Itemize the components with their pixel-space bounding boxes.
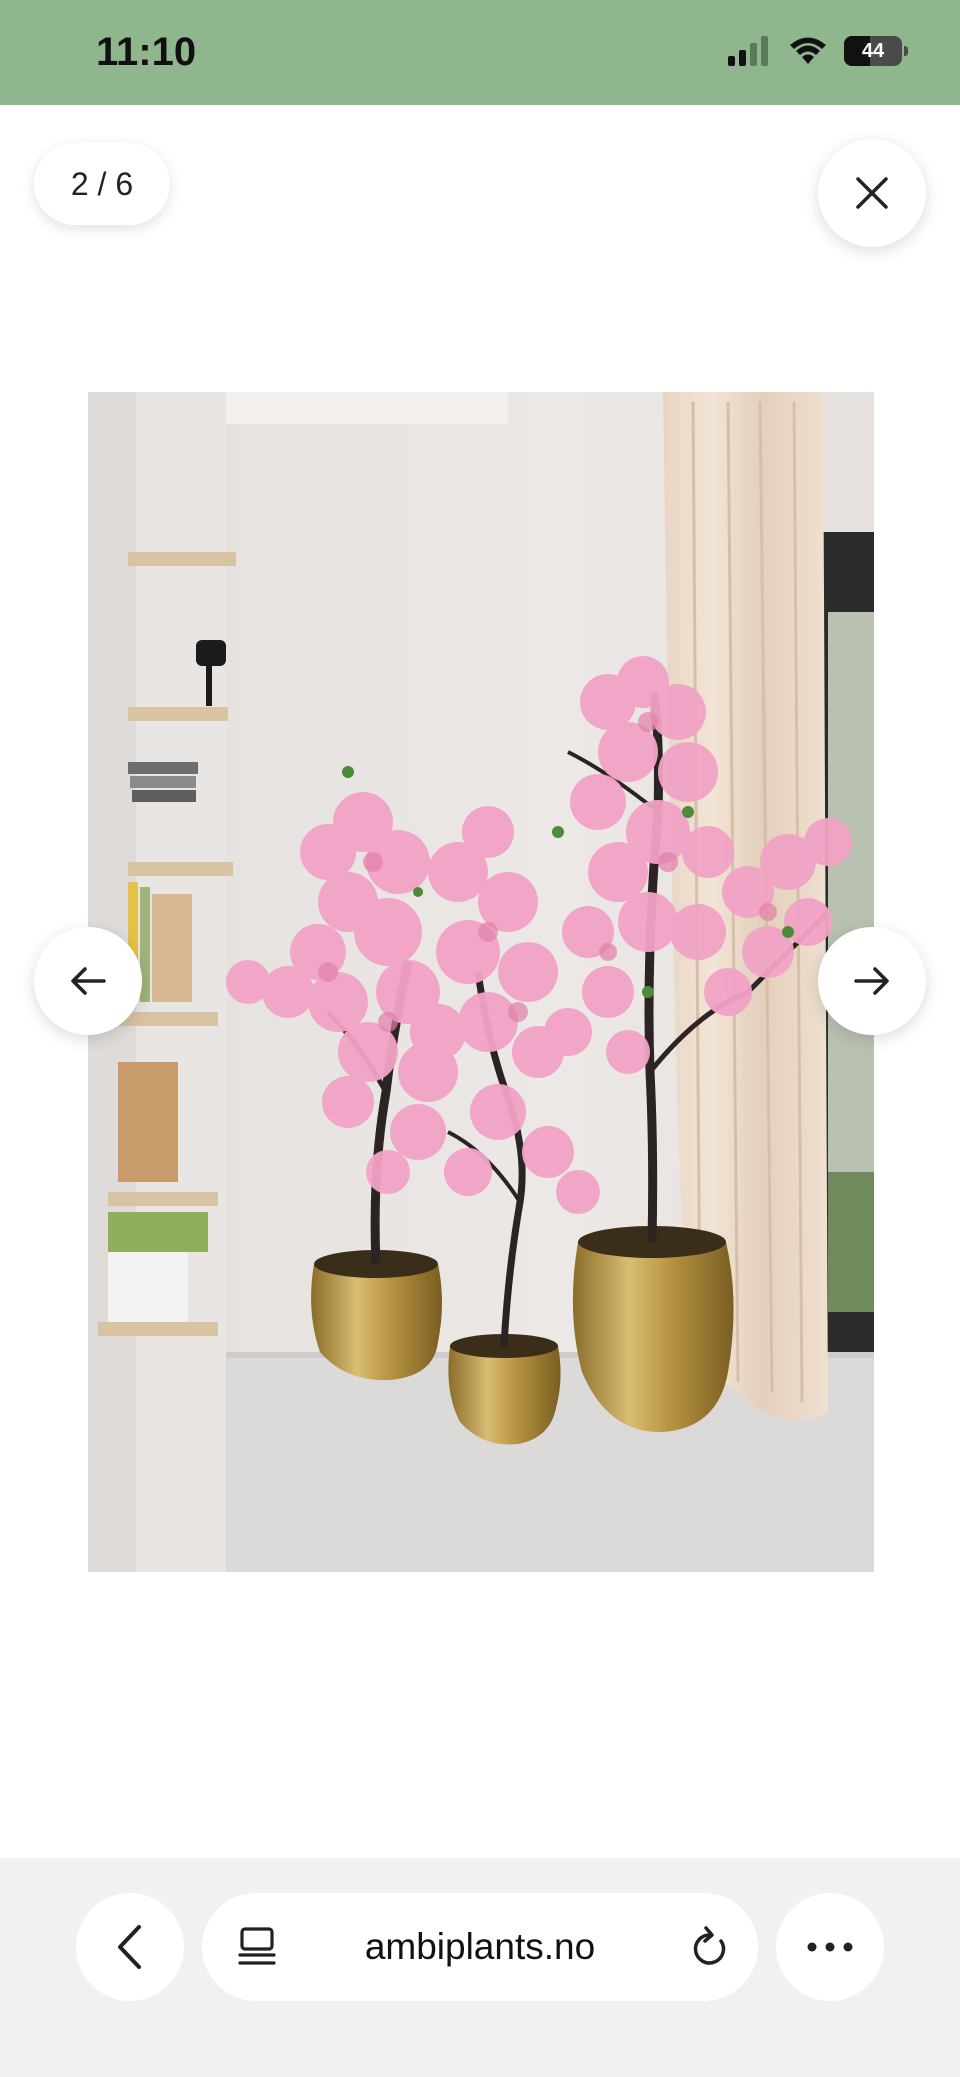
url-text: ambiplants.no bbox=[364, 1926, 596, 1967]
previous-image-button[interactable] bbox=[34, 927, 142, 1035]
more-options-button[interactable] bbox=[776, 1893, 884, 2001]
status-time: 11:10 bbox=[96, 30, 197, 74]
battery-level: 44 bbox=[861, 39, 885, 62]
more-icon bbox=[807, 1942, 853, 1952]
status-icons: 44 bbox=[728, 36, 908, 66]
wifi-icon bbox=[790, 37, 826, 64]
arrow-right-icon bbox=[854, 967, 889, 995]
chevron-left-icon bbox=[118, 1925, 141, 1969]
browser-toolbar: ambiplants.no bbox=[0, 1858, 960, 2077]
close-button[interactable] bbox=[818, 139, 926, 247]
image-counter: 2 / 6 bbox=[34, 143, 170, 225]
address-bar[interactable]: ambiplants.no bbox=[202, 1893, 758, 2001]
close-icon bbox=[856, 177, 888, 209]
battery-icon: 44 bbox=[844, 36, 908, 66]
reload-icon[interactable] bbox=[690, 1925, 730, 1969]
status-bar: 11:10 44 bbox=[0, 0, 960, 105]
cellular-signal-icon bbox=[728, 36, 768, 66]
next-image-button[interactable] bbox=[818, 927, 926, 1035]
arrow-left-icon bbox=[71, 967, 106, 995]
browser-back-button[interactable] bbox=[76, 1893, 184, 2001]
product-image bbox=[88, 392, 874, 1572]
